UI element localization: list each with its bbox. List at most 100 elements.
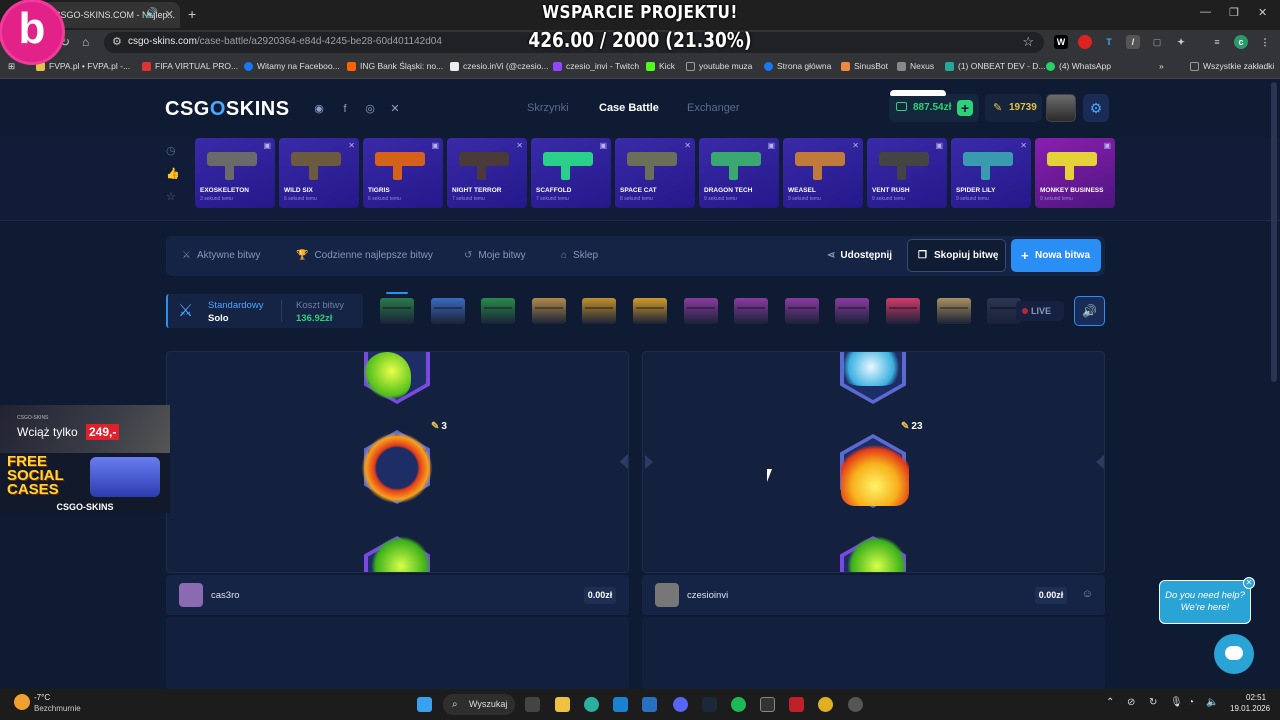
drop-card[interactable]: ▣ EXOSKELETON 3 sekund temu (195, 138, 275, 208)
bookmark-item[interactable]: Strona główna (764, 61, 831, 71)
obs-icon[interactable] (848, 697, 863, 712)
daily-best-battles-link[interactable]: 🏆 Codzienne najlepsze bitwy (296, 250, 433, 261)
shop-link[interactable]: ⌂ Sklep (561, 250, 598, 261)
battle-case[interactable] (582, 298, 617, 324)
bookmark-item[interactable]: czesio.inVi (@czesio... (450, 61, 548, 71)
thumbs-up-icon[interactable]: 👍 (166, 167, 180, 180)
bookmark-item[interactable]: Nexus (897, 61, 934, 71)
chat-icon[interactable] (1214, 634, 1254, 674)
taskbar-search[interactable]: ⌕ Wyszukaj (443, 694, 515, 715)
bookmark-item[interactable]: FIFA VIRTUAL PRO... (142, 61, 238, 71)
file-explorer-icon[interactable] (555, 697, 570, 712)
help-bubble[interactable]: Do you need help? We're here! (1159, 580, 1251, 624)
battle-case[interactable] (633, 298, 667, 324)
clock-time[interactable]: 02:51 (1246, 693, 1266, 702)
user-avatar[interactable] (1046, 94, 1076, 122)
my-battles-link[interactable]: ↺ Moje bitwy (464, 250, 526, 261)
battle-case[interactable] (430, 298, 465, 324)
coins-counter[interactable]: ✎ 19739 (985, 94, 1042, 122)
window-close-icon[interactable]: ✕ (1258, 6, 1267, 19)
reading-list-icon[interactable]: ≡ (1210, 35, 1224, 49)
chrome-icon[interactable] (818, 697, 833, 712)
copy-battle-button[interactable]: ❐ Skopiuj bitwę (907, 239, 1006, 272)
volume-icon[interactable]: 🔈 (1206, 697, 1218, 708)
x-twitter-icon[interactable]: ✕ (387, 101, 403, 117)
clock-icon[interactable]: ◷ (166, 144, 176, 157)
deposit-button[interactable]: + (957, 100, 973, 116)
wallet-balance[interactable]: 887.54zł + (889, 94, 979, 122)
tray-chevron-icon[interactable]: ⌃ (1106, 697, 1114, 708)
drop-card[interactable]: ✕ WEASEL 9 sekund temu (783, 138, 863, 208)
avatar[interactable] (179, 583, 203, 607)
battle-case[interactable] (531, 298, 566, 324)
bookmark-item[interactable]: (1) ONBEAT DEV - D... (945, 61, 1046, 71)
bookmark-folder[interactable]: youtube muza (686, 61, 752, 71)
player-name[interactable]: cas3ro (211, 590, 240, 601)
steam-icon[interactable] (702, 697, 717, 712)
clock-date[interactable]: 19.01.2026 (1230, 704, 1270, 713)
tray-app-icon[interactable]: ⊘ (1127, 697, 1135, 708)
facebook-icon[interactable]: f (337, 101, 353, 117)
menu-dots-icon[interactable]: ⋮ (1258, 35, 1272, 49)
drop-card[interactable]: ✕ SPIDER LILY 9 sekund temu (951, 138, 1031, 208)
settings-gear-icon[interactable]: ⚙ (1083, 94, 1109, 122)
nav-cases[interactable]: Skrzynki (527, 102, 569, 114)
drop-card[interactable]: ▣ VENT RUSH 9 sekund temu (867, 138, 947, 208)
minimize-icon[interactable]: — (1200, 6, 1211, 18)
more-bookmarks-icon[interactable]: » (1159, 61, 1164, 71)
emoji-icon[interactable]: ☺ (1082, 588, 1093, 600)
bookmark-item[interactable]: Kick (646, 61, 675, 71)
discord-icon[interactable]: ◉ (311, 101, 327, 117)
tray-app-icon[interactable]: ↻ (1149, 697, 1157, 708)
all-bookmarks-folder[interactable]: Wszystkie zakładki (1190, 61, 1274, 71)
drop-card[interactable]: ✕ WILD SIX 6 sekund temu (279, 138, 359, 208)
terminal-icon[interactable] (760, 697, 775, 712)
edge-icon[interactable] (584, 697, 599, 712)
app-icon[interactable] (789, 697, 804, 712)
instagram-icon[interactable]: ◎ (362, 101, 378, 117)
drop-card[interactable]: ▣ DRAGON TECH 9 sekund temu (699, 138, 779, 208)
task-view-icon[interactable] (525, 697, 540, 712)
battle-case[interactable] (936, 298, 971, 324)
bookmark-item[interactable]: (4) WhatsApp (1046, 61, 1111, 71)
player-name[interactable]: czesioinvi (687, 590, 728, 601)
drop-card[interactable]: ✕ NIGHT TERROR 7 sekund temu (447, 138, 527, 208)
nav-exchanger[interactable]: Exchanger (687, 102, 740, 114)
live-badge[interactable]: LIVE (1016, 301, 1064, 321)
bookmark-item[interactable]: ING Bank Śląski: no... (347, 61, 443, 71)
bookmark-item[interactable]: FVPA.pl • FVPA.pl -... (36, 61, 130, 71)
drop-card[interactable]: ▣ SCAFFOLD 7 sekund temu (531, 138, 611, 208)
store-icon[interactable] (613, 697, 628, 712)
profile-avatar[interactable]: c (1234, 35, 1248, 49)
microphone-icon[interactable]: 🎙 (1170, 697, 1183, 708)
discord-icon[interactable] (673, 697, 688, 712)
bookmark-item[interactable]: Witamy na Faceboo... (244, 61, 340, 71)
outlook-icon[interactable] (642, 697, 657, 712)
wifi-icon[interactable]: ◔ (1188, 697, 1194, 708)
drop-card[interactable]: ▣ TIGRIS 6 sekund temu (363, 138, 443, 208)
sound-toggle-icon[interactable]: 🔊 (1074, 296, 1105, 326)
share-button[interactable]: ⋖ Udostępnij (827, 250, 892, 261)
battle-case[interactable] (784, 298, 819, 324)
close-icon[interactable]: ✕ (1243, 577, 1255, 589)
scrollbar[interactable] (1271, 82, 1277, 382)
battle-case[interactable] (481, 298, 516, 324)
new-battle-button[interactable]: + Nowa bitwa (1011, 239, 1101, 272)
battle-case[interactable] (380, 298, 414, 324)
star-icon[interactable]: ☆ (166, 190, 176, 203)
site-logo[interactable]: CSGOSKINS (165, 98, 290, 121)
battle-case[interactable] (835, 298, 870, 324)
weather-icon[interactable] (14, 694, 30, 710)
spotify-icon[interactable] (731, 697, 746, 712)
nav-case-battle[interactable]: Case Battle (599, 102, 659, 114)
drop-card[interactable]: ✕ SPACE CAT 8 sekund temu (615, 138, 695, 208)
bookmark-item[interactable]: czesio_invi - Twitch (553, 61, 639, 71)
apps-grid-icon[interactable]: ⊞ (8, 61, 15, 72)
drop-card[interactable]: ▣ MONKEY BUSINESS 9 sekund temu (1035, 138, 1115, 208)
battle-case[interactable] (683, 298, 718, 324)
start-icon[interactable] (417, 697, 432, 712)
home-icon[interactable]: ⌂ (82, 35, 89, 49)
bookmark-item[interactable]: SinusBot (841, 61, 888, 71)
active-battles-link[interactable]: ⚔ Aktywne bitwy (182, 250, 260, 261)
maximize-icon[interactable]: ❐ (1229, 6, 1239, 19)
